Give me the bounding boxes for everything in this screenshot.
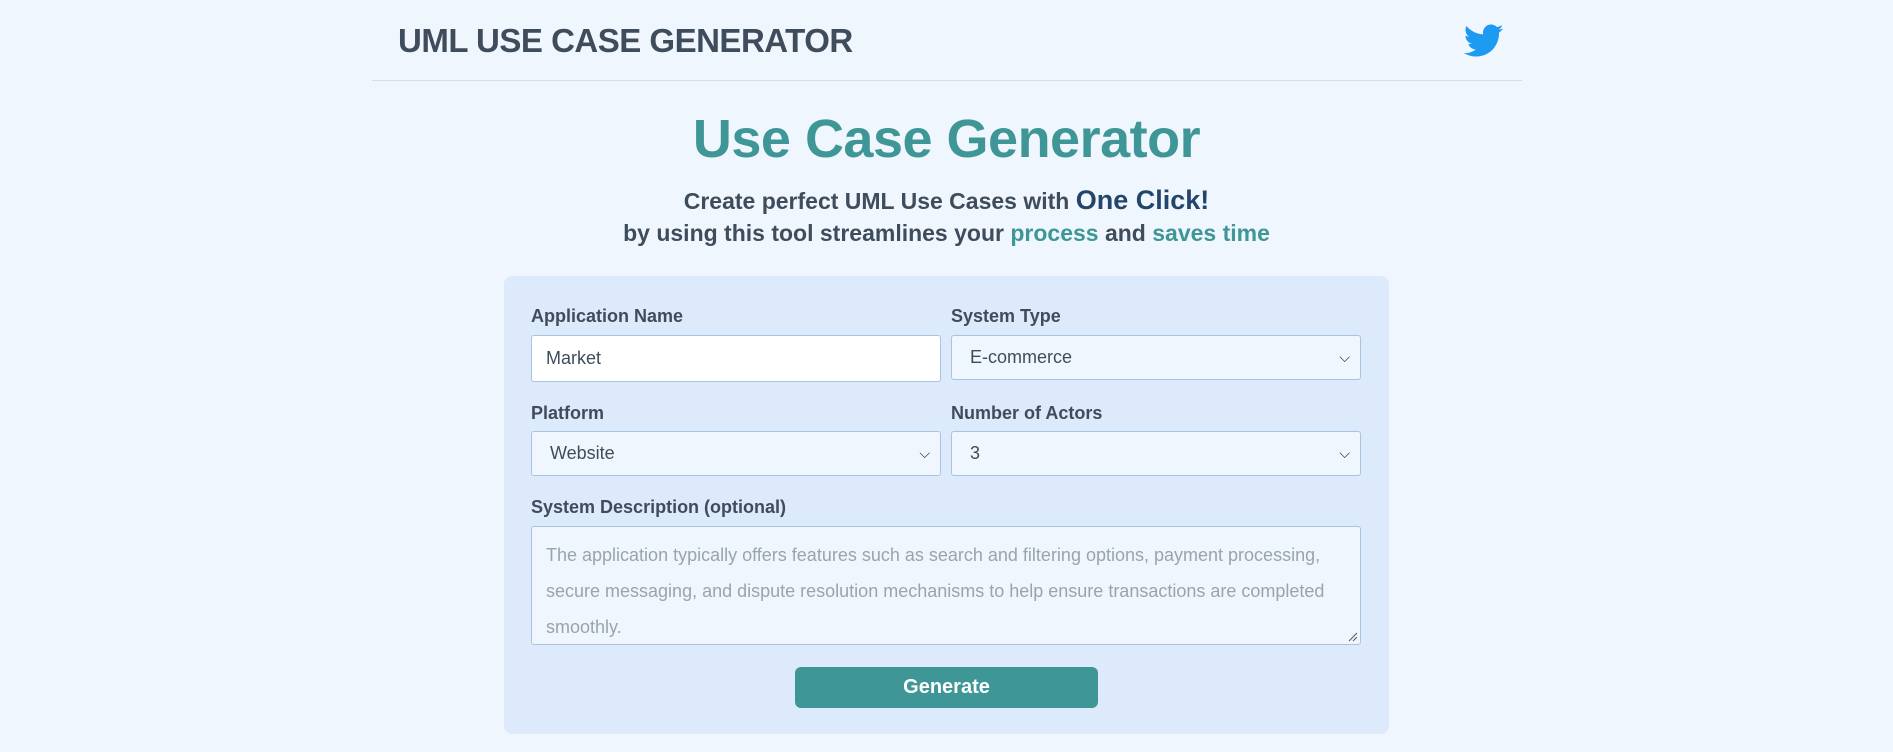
chevron-down-icon: ⌵ (1339, 445, 1350, 461)
platform-label: Platform (531, 403, 605, 423)
description-label: System Description (optional) (531, 497, 787, 517)
subtitle-text: by using this tool streamlines your (623, 220, 1011, 246)
hero-section: Use Case Generator Create perfect UML Us… (0, 104, 1893, 249)
subtitle-highlight-saves-time: saves time (1152, 220, 1270, 246)
subtitle-text: Create perfect UML Use Cases with (683, 188, 1076, 214)
subtitle-highlight-process: process (1010, 220, 1099, 246)
top-header: UML USE CASE GENERATOR (372, 0, 1522, 81)
platform-select[interactable]: Website ⌵ (531, 431, 941, 476)
resize-handle-icon[interactable] (1348, 632, 1358, 642)
subtitle-text: and (1098, 220, 1153, 246)
hero-subtitle-line1: Create perfect UML Use Cases with One Cl… (0, 184, 1893, 217)
brand-title[interactable]: UML USE CASE GENERATOR (398, 22, 853, 60)
actors-select[interactable]: 3 ⌵ (951, 431, 1361, 476)
generator-form: Application Name Market System Type E-co… (504, 276, 1389, 734)
page-title: Use Case Generator (692, 109, 1201, 169)
system-type-value: E-commerce (970, 347, 1073, 367)
page: UML USE CASE GENERATOR Use Case Generato… (0, 0, 1893, 752)
actors-value: 3 (970, 443, 981, 463)
chevron-down-icon: ⌵ (919, 445, 930, 461)
twitter-icon[interactable] (1464, 24, 1504, 58)
system-type-label: System Type (951, 306, 1061, 326)
actors-label: Number of Actors (951, 403, 1103, 423)
hero-subtitle-line2: by using this tool streamlines your proc… (0, 217, 1893, 249)
subtitle-emphasis: One Click! (1075, 185, 1210, 215)
system-type-select[interactable]: E-commerce ⌵ (951, 335, 1361, 380)
description-placeholder: The application typically offers feature… (546, 545, 1325, 637)
application-name-label: Application Name (531, 306, 684, 326)
platform-value: Website (550, 443, 615, 463)
chevron-down-icon: ⌵ (1339, 349, 1350, 365)
application-name-input[interactable]: Market (531, 335, 941, 382)
description-textarea[interactable]: The application typically offers feature… (531, 526, 1361, 645)
generate-button[interactable]: Generate (795, 667, 1098, 708)
